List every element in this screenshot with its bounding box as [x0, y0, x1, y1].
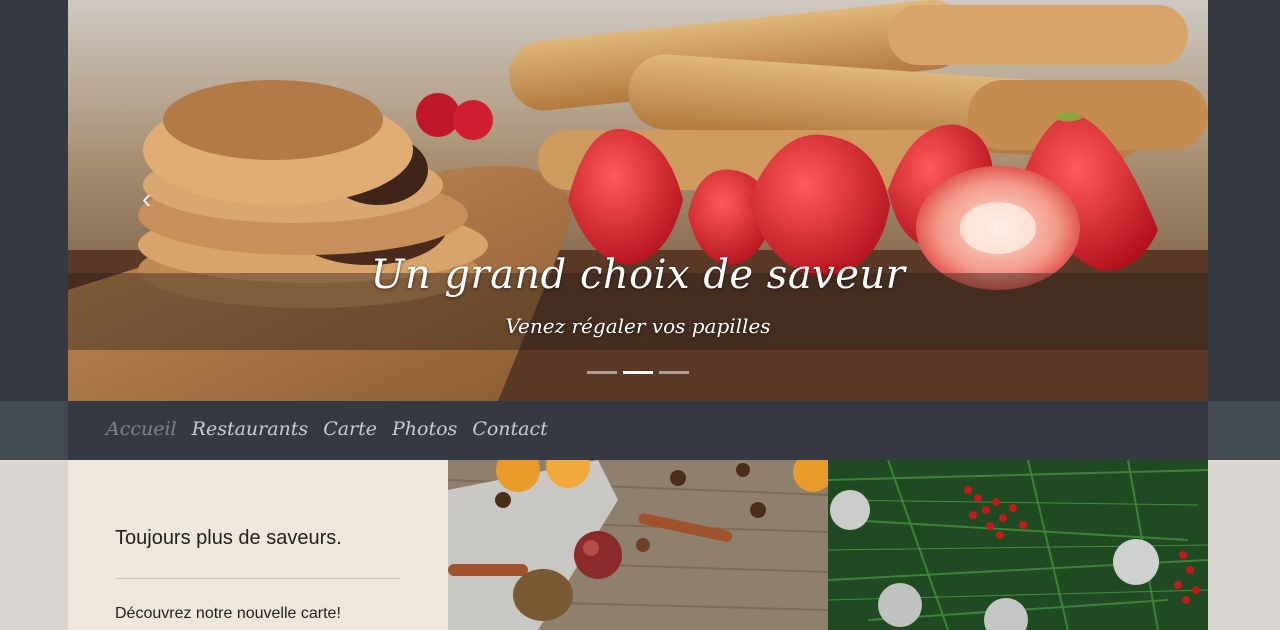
nav-menu: Accueil Restaurants Carte Photos Contact — [106, 418, 548, 440]
photo-christmas — [828, 460, 1208, 630]
nav-item-carte[interactable]: Carte — [323, 418, 377, 440]
pine-ornaments-image — [828, 460, 1208, 630]
promo-card: Toujours plus de saveurs. Découvrez notr… — [68, 460, 448, 630]
chevron-left-icon[interactable]: ‹ — [142, 182, 160, 216]
carousel-indicator-1[interactable] — [587, 371, 617, 374]
carousel-indicator-3[interactable] — [659, 371, 689, 374]
hero-carousel[interactable]: Un grand choix de saveur Venez régaler v… — [68, 0, 1208, 401]
promo-divider — [115, 578, 401, 579]
promo-text: Découvrez notre nouvelle carte! — [115, 605, 341, 622]
carousel-title: Un grand choix de saveur — [370, 252, 906, 298]
content-section: Toujours plus de saveurs. Découvrez notr… — [68, 460, 1208, 630]
carousel-subtitle: Venez régaler vos papilles — [505, 314, 771, 338]
spices-image — [448, 460, 828, 630]
promo-heading: Toujours plus de saveurs. — [115, 527, 342, 549]
photo-spices — [448, 460, 828, 630]
main-navbar: Accueil Restaurants Carte Photos Contact — [68, 401, 1208, 460]
carousel-indicators — [587, 371, 689, 374]
carousel-indicator-2[interactable] — [623, 371, 653, 374]
nav-item-accueil[interactable]: Accueil — [106, 418, 177, 440]
nav-item-restaurants[interactable]: Restaurants — [192, 418, 309, 440]
nav-item-photos[interactable]: Photos — [392, 418, 457, 440]
nav-item-contact[interactable]: Contact — [472, 418, 547, 440]
